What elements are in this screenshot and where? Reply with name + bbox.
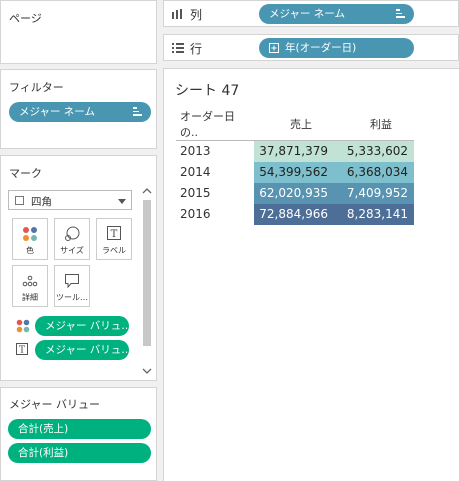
profit-cell[interactable]: 6,368,034 xyxy=(334,161,414,183)
column-header-order-date[interactable]: オーダー日 の.. xyxy=(176,108,254,141)
scrollbar-thumb[interactable] xyxy=(143,200,151,346)
columns-shelf[interactable]: 列 メジャー ネーム xyxy=(163,0,459,27)
measure-value-pill-label: 合計(売上) xyxy=(18,423,69,435)
columns-shelf-label: 列 xyxy=(190,8,203,22)
marks-scrollbar[interactable] xyxy=(141,186,153,376)
label-encoding-pill[interactable]: メジャー バリュ… xyxy=(35,340,129,360)
mark-type-value: 四角 xyxy=(31,196,52,208)
rows-pill-year[interactable]: 年(オーダー日) xyxy=(259,38,414,58)
sort-icon xyxy=(133,107,142,116)
label-button[interactable]: T ラベル xyxy=(96,218,132,260)
year-cell: 2015 xyxy=(180,186,211,200)
measure-value-pill-sales[interactable]: 合計(売上) xyxy=(8,419,151,439)
table-row[interactable]: 2016 72,884,966 8,283,141 xyxy=(176,203,414,225)
rows-shelf-label: 行 xyxy=(190,42,203,56)
profit-cell[interactable]: 8,283,141 xyxy=(334,203,414,225)
rows-shelf[interactable]: 行 年(オーダー日) xyxy=(163,34,459,61)
svg-text:T: T xyxy=(111,229,118,240)
rows-pill-label: 年(オーダー日) xyxy=(285,42,357,54)
tooltip-button[interactable]: ツール… xyxy=(54,265,90,307)
color-icon xyxy=(13,226,47,242)
year-cell: 2016 xyxy=(180,207,211,221)
filter-pill-measure-names[interactable]: メジャー ネーム xyxy=(9,102,151,122)
profit-cell[interactable]: 5,333,602 xyxy=(334,140,414,162)
size-button[interactable]: サイズ xyxy=(54,218,90,260)
color-button-label: 色 xyxy=(26,246,34,255)
label-button-label: ラベル xyxy=(102,246,126,255)
sales-cell[interactable]: 62,020,935 xyxy=(254,182,334,204)
square-mark-icon xyxy=(15,196,24,205)
pages-panel-title: ページ xyxy=(9,12,42,25)
measure-value-pill-profit[interactable]: 合計(利益) xyxy=(8,443,151,463)
column-header-profit[interactable]: 利益 xyxy=(334,108,414,141)
filters-panel-title: フィルター xyxy=(9,81,64,94)
tooltip-icon xyxy=(55,273,89,289)
measure-values-panel-title: メジャー バリュー xyxy=(9,398,100,411)
column-header-sales[interactable]: 売上 xyxy=(254,108,334,141)
size-icon xyxy=(55,226,89,242)
table-row[interactable]: 2015 62,020,935 7,409,952 xyxy=(176,182,414,204)
label-icon: T xyxy=(16,343,30,357)
chevron-down-icon xyxy=(118,199,126,204)
sales-cell[interactable]: 72,884,966 xyxy=(254,203,334,225)
label-encoding-pill-label: メジャー バリュ… xyxy=(45,344,129,356)
columns-icon xyxy=(172,9,184,19)
profit-cell[interactable]: 7,409,952 xyxy=(334,182,414,204)
scroll-down-icon[interactable] xyxy=(141,366,153,376)
svg-text:T: T xyxy=(19,346,25,356)
columns-pill-label: メジャー ネーム xyxy=(269,8,345,20)
sort-icon xyxy=(396,9,405,18)
color-encoding-pill[interactable]: メジャー バリュ… xyxy=(35,316,129,336)
marks-panel-title: マーク xyxy=(9,167,42,180)
expand-icon[interactable] xyxy=(269,43,279,53)
color-encoding-pill-label: メジャー バリュ… xyxy=(45,320,129,332)
year-cell: 2014 xyxy=(180,165,211,179)
crosstab-header-row: オーダー日 の.. 売上 利益 xyxy=(176,108,414,141)
tooltip-button-label: ツール… xyxy=(56,293,88,302)
sales-cell[interactable]: 37,871,379 xyxy=(254,140,334,162)
crosstab: オーダー日 の.. 売上 利益 2013 37,871,379 5,333,60… xyxy=(176,108,414,225)
rows-icon xyxy=(172,43,184,53)
scroll-up-icon[interactable] xyxy=(141,186,153,196)
sales-cell[interactable]: 54,399,562 xyxy=(254,161,334,183)
detail-button-label: 詳細 xyxy=(22,293,38,302)
detail-icon xyxy=(13,273,47,289)
measure-value-pill-label: 合計(利益) xyxy=(18,447,69,459)
sheet-title: シート 47 xyxy=(175,83,240,99)
table-row[interactable]: 2014 54,399,562 6,368,034 xyxy=(176,161,414,183)
label-icon: T xyxy=(97,226,131,242)
year-cell: 2013 xyxy=(180,144,211,159)
filters-panel: フィルター メジャー ネーム xyxy=(0,69,157,149)
pages-panel: ページ xyxy=(0,0,157,64)
color-icon xyxy=(16,319,30,333)
detail-button[interactable]: 詳細 xyxy=(12,265,48,307)
size-button-label: サイズ xyxy=(60,246,84,255)
mark-type-dropdown[interactable]: 四角 xyxy=(8,190,132,210)
columns-pill-measure-names[interactable]: メジャー ネーム xyxy=(259,4,414,24)
filter-pill-label: メジャー ネーム xyxy=(19,106,95,118)
table-row[interactable]: 2013 37,871,379 5,333,602 xyxy=(176,140,414,162)
color-button[interactable]: 色 xyxy=(12,218,48,260)
